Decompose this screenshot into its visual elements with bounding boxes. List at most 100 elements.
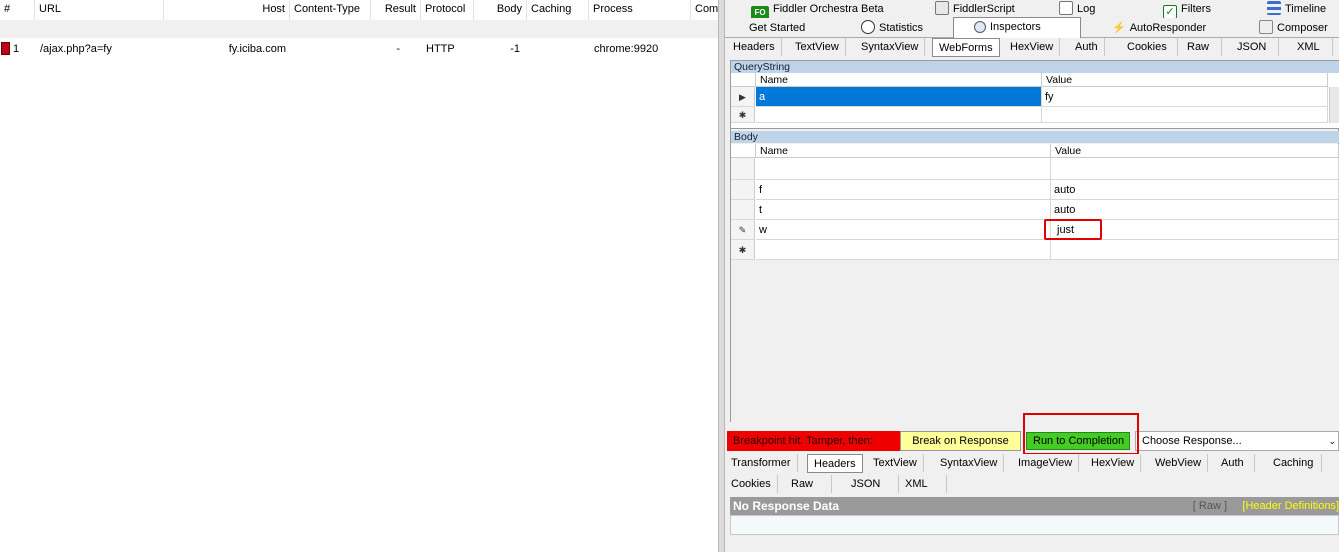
querystring-new-value-cell[interactable]: [1042, 107, 1328, 123]
resp-tab-transformer[interactable]: Transformer: [725, 454, 798, 472]
resp-tab-auth[interactable]: Auth: [1211, 454, 1255, 472]
tab-label: Filters: [1181, 3, 1211, 15]
response-data-header: No Response Data [ Raw ] [Header Definit…: [730, 497, 1339, 515]
header-definitions-link[interactable]: [Header Definitions]: [1242, 497, 1339, 515]
raw-link[interactable]: [ Raw ]: [1193, 497, 1227, 515]
choose-response-dropdown[interactable]: Choose Response... ⌄: [1135, 431, 1339, 451]
req-tab-syntaxview[interactable]: SyntaxView: [855, 38, 926, 56]
tab-composer[interactable]: Composer: [1255, 19, 1339, 37]
pencil-icon: [1259, 20, 1273, 34]
session-url: /ajax.php?a=fy: [40, 43, 112, 55]
resp-tab-syntaxview[interactable]: SyntaxView: [934, 454, 1005, 472]
body-value-cell[interactable]: auto: [1051, 200, 1339, 220]
req-tab-raw[interactable]: Raw: [1175, 38, 1223, 56]
resp-tab-webview[interactable]: WebView: [1149, 454, 1209, 472]
resp-tab-xml[interactable]: XML: [887, 475, 947, 493]
session-list-pane: # URL Host Content-Type Result Protocol …: [0, 0, 718, 552]
inspectors-pane: FO Fiddler Orchestra Beta FiddlerScript L…: [725, 0, 1339, 552]
session-number: 1: [13, 43, 20, 55]
resp-tab-imageview[interactable]: ImageView: [1012, 454, 1080, 472]
querystring-header: QueryString: [731, 61, 1339, 73]
querystring-scrollbar[interactable]: [1329, 87, 1339, 123]
body-new-name-cell[interactable]: [756, 240, 1051, 260]
tab-label: Timeline: [1285, 3, 1327, 15]
col-header-content-type[interactable]: Content-Type: [290, 0, 371, 20]
magnifier-icon: [974, 21, 986, 33]
req-tab-textview[interactable]: TextView: [789, 38, 846, 56]
req-tab-webforms[interactable]: WebForms: [932, 38, 1000, 57]
body-value-cell[interactable]: auto: [1051, 180, 1339, 200]
querystring-value-cell[interactable]: fy: [1042, 87, 1328, 107]
req-tab-cookies[interactable]: Cookies: [1117, 38, 1178, 56]
tab-get-started[interactable]: Get Started: [745, 19, 845, 37]
tab-label: Statistics: [879, 22, 924, 34]
body-empty-name-cell[interactable]: [756, 158, 1051, 180]
body-col-value: Value: [1051, 144, 1339, 158]
breakpoint-paused-icon: [1, 42, 10, 55]
breakpoint-message: Breakpoint hit. Tamper, then:: [727, 431, 900, 451]
body-name-cell[interactable]: f: [756, 180, 1051, 200]
pane-splitter[interactable]: [718, 0, 725, 552]
choose-response-label: Choose Response...: [1142, 435, 1242, 447]
req-tab-xml[interactable]: XML: [1285, 38, 1333, 56]
resp-tab-textview[interactable]: TextView: [867, 454, 924, 472]
req-tab-auth[interactable]: Auth: [1069, 38, 1105, 56]
tab-label: FiddlerScript: [953, 3, 1015, 15]
col-header-host[interactable]: Host: [164, 0, 290, 20]
tab-statistics[interactable]: Statistics: [857, 19, 957, 37]
tab-fiddlerscript[interactable]: FiddlerScript: [931, 0, 1051, 18]
session-protocol: HTTP: [426, 43, 455, 55]
highlight-box-value: [1044, 219, 1102, 240]
querystring-new-name-cell[interactable]: [756, 107, 1042, 123]
querystring-name-cell[interactable]: a: [756, 87, 1042, 107]
resp-tab-raw[interactable]: Raw: [773, 475, 833, 493]
body-name-cell[interactable]: t: [756, 200, 1051, 220]
body-new-value-cell[interactable]: [1051, 240, 1339, 260]
tab-autoresponder[interactable]: ⚡ AutoResponder: [1108, 19, 1228, 37]
session-row[interactable]: 1 /ajax.php?a=fy fy.iciba.com - HTTP -1 …: [0, 20, 718, 55]
webforms-panel: QueryString Name Value ▶ a fy ✱ Body Nam…: [730, 60, 1339, 422]
col-header-number[interactable]: #: [0, 0, 35, 20]
tab-label: Log: [1077, 3, 1096, 15]
script-icon: [935, 1, 949, 15]
tab-timeline[interactable]: Timeline: [1263, 0, 1339, 18]
session-content-type: [290, 40, 371, 58]
edit-pencil-icon: ✎: [731, 220, 755, 240]
col-header-url[interactable]: URL: [35, 0, 164, 20]
req-tab-headers[interactable]: Headers: [727, 38, 782, 56]
col-header-body[interactable]: Body: [474, 0, 527, 20]
no-response-data-label: No Response Data: [733, 499, 840, 513]
lightning-icon: ⚡: [1112, 22, 1126, 34]
session-process: chrome:9920: [594, 43, 659, 55]
log-icon: [1059, 1, 1073, 15]
resp-tab-headers[interactable]: Headers: [807, 454, 863, 473]
new-row-asterisk-icon: ✱: [731, 107, 755, 123]
tab-inspectors[interactable]: Inspectors: [953, 17, 1081, 38]
tab-label: Inspectors: [990, 21, 1041, 33]
row-selector-arrow-icon[interactable]: ▶: [731, 87, 755, 107]
tab-log[interactable]: Log: [1055, 0, 1135, 18]
tab-fiddler-orchestra[interactable]: FO Fiddler Orchestra Beta: [747, 0, 927, 20]
req-tab-hexview[interactable]: HexView: [1004, 38, 1061, 56]
resp-tab-caching[interactable]: Caching: [1265, 454, 1323, 472]
checkbox-icon: ✓: [1163, 5, 1177, 19]
col-header-process[interactable]: Process: [589, 0, 691, 20]
col-header-protocol[interactable]: Protocol: [421, 0, 474, 20]
req-tab-json[interactable]: JSON: [1225, 38, 1280, 56]
tab-filters[interactable]: ✓ Filters: [1159, 0, 1249, 19]
body-name-cell[interactable]: w: [756, 220, 1051, 240]
resp-tab-cookies[interactable]: Cookies: [725, 475, 778, 493]
session-caching: [527, 40, 589, 58]
body-col-name: Name: [756, 144, 1051, 158]
session-body: -1: [510, 43, 520, 55]
top-tab-row-2: Get Started Statistics Inspectors ⚡ AutoR…: [725, 17, 1339, 38]
col-header-result[interactable]: Result: [371, 0, 421, 20]
timeline-icon: [1267, 1, 1281, 15]
session-result: -: [396, 43, 400, 55]
stopwatch-icon: [861, 20, 875, 34]
col-header-caching[interactable]: Caching: [527, 0, 589, 20]
resp-tab-hexview[interactable]: HexView: [1085, 454, 1142, 472]
body-empty-value-cell[interactable]: [1051, 158, 1339, 180]
col-header-comments[interactable]: Comm: [691, 0, 718, 20]
break-on-response-button[interactable]: Break on Response: [900, 431, 1021, 451]
